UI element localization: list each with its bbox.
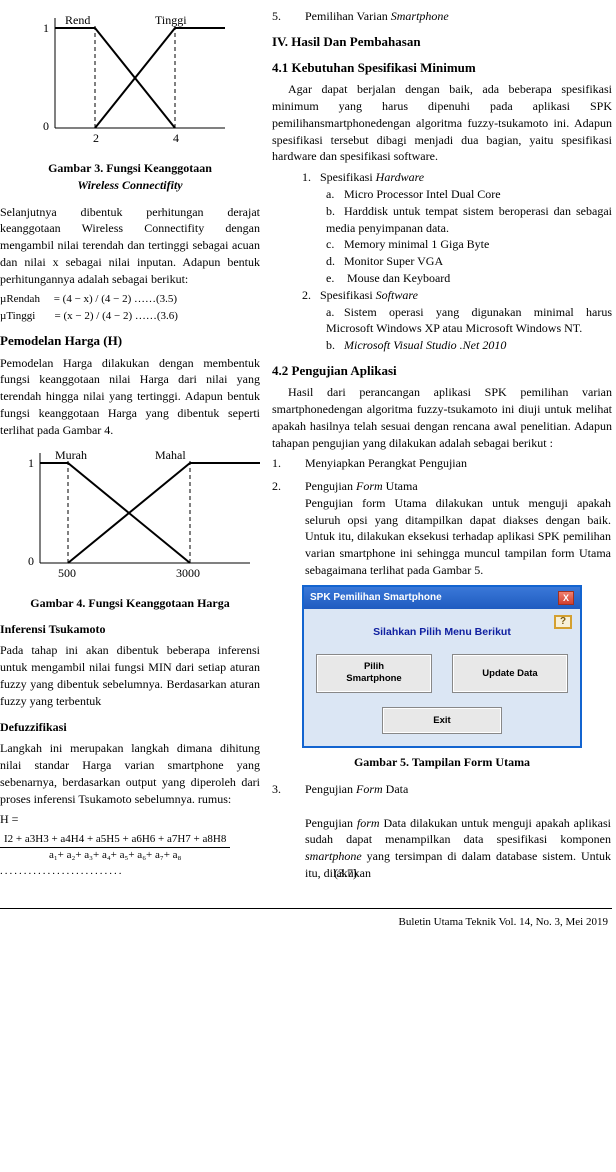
heading-inferensi: Inferensi Tsukamoto bbox=[0, 621, 260, 638]
fig3-caption-line2: Wireless Connectifity bbox=[77, 178, 182, 192]
step-2: 2. Pengujian Form Utama Pengujian form U… bbox=[272, 478, 612, 579]
spec-list: 1.Spesifikasi Hardware a.Micro Processor… bbox=[302, 169, 612, 354]
step-3: 3. Pengujian Form Data Pengujian form Da… bbox=[272, 781, 612, 882]
chart-wireless-connectivity: 1 0 2 4 Rend Tinggi bbox=[15, 8, 245, 158]
svg-text:2: 2 bbox=[93, 131, 99, 145]
item-5: 5. Pemilihan Varian Smartphone bbox=[272, 8, 612, 25]
app-menu-label: Silahkan Pilih Menu Berikut bbox=[316, 625, 568, 640]
svg-text:Murah: Murah bbox=[55, 448, 87, 462]
formula-H: H = bbox=[0, 811, 260, 828]
mu-rendah: µRendah = (4 − x) / (4 − 2) ……(3.5) bbox=[0, 292, 260, 307]
hw-b: b.Harddisk untuk tempat sistem beroperas… bbox=[326, 203, 612, 237]
help-icon[interactable]: ? bbox=[554, 615, 572, 629]
formula-fraction: I2 + a3H3 + a4H4 + a5H5 + a6H6 + a7H7 + … bbox=[0, 832, 260, 879]
svg-text:0: 0 bbox=[28, 554, 34, 568]
chart-harga: 1 0 500 3000 Murah Mahal bbox=[0, 443, 260, 593]
left-column: 1 0 2 4 Rend Tinggi Gambar 3. Fungsi Kea… bbox=[0, 8, 260, 888]
heading-pemodelan-harga: Pemodelan Harga (H) bbox=[0, 332, 260, 350]
page-footer: Buletin Utama Teknik Vol. 14, No. 3, Mei… bbox=[0, 908, 612, 930]
para-harga: Pemodelan Harga dilakukan dengan membent… bbox=[0, 355, 260, 439]
svg-text:3000: 3000 bbox=[176, 566, 200, 580]
hw-e: e. Mouse dan Keyboard bbox=[326, 270, 612, 287]
svg-text:4: 4 bbox=[173, 131, 179, 145]
hw-a: a.Micro Processor Intel Dual Core bbox=[326, 186, 612, 203]
svg-text:0: 0 bbox=[43, 119, 49, 133]
fig4-caption: Gambar 4. Fungsi Keanggotaan Harga bbox=[0, 595, 260, 612]
svg-text:500: 500 bbox=[58, 566, 76, 580]
para-4-2: Hasil dari perancangan aplikasi SPK pemi… bbox=[272, 384, 612, 451]
hw-d: d.Monitor Super VGA bbox=[326, 253, 612, 270]
svg-text:1: 1 bbox=[28, 456, 34, 470]
para-inferensi: Pada tahap ini akan dibentuk beberapa in… bbox=[0, 642, 260, 709]
para-defuzz: Langkah ini merupakan langkah dimana dih… bbox=[0, 740, 260, 807]
page: 1 0 2 4 Rend Tinggi Gambar 3. Fungsi Kea… bbox=[0, 8, 612, 888]
close-icon[interactable]: X bbox=[558, 591, 574, 605]
heading-4-2: 4.2 Pengujian Aplikasi bbox=[272, 362, 612, 380]
svg-text:Tinggi: Tinggi bbox=[155, 13, 187, 27]
spec-hw: 1.Spesifikasi Hardware a.Micro Processor… bbox=[302, 169, 612, 287]
sw-b: b.Microsoft Visual Studio .Net 2010 bbox=[326, 337, 612, 354]
mu-tinggi: µTinggi = (x − 2) / (4 − 2) ……(3.6) bbox=[0, 309, 260, 324]
svg-text:1: 1 bbox=[43, 21, 49, 35]
para-4-1: Agar dapat berjalan dengan baik, ada beb… bbox=[272, 81, 612, 165]
formula-eq-ref: (3.7) bbox=[334, 866, 357, 880]
app-title: SPK Pemilihan Smartphone bbox=[310, 591, 442, 605]
heading-iv: IV. Hasil Dan Pembahasan bbox=[272, 33, 612, 51]
hw-c: c.Memory minimal 1 Giga Byte bbox=[326, 236, 612, 253]
formula-den: a₁+ a₂+ a₃+ a₄+ a₅+ a₆+ a₇+ a₈ bbox=[0, 848, 230, 863]
spec-sw: 2.Spesifikasi Software a.Sistem operasi … bbox=[302, 287, 612, 354]
step-1: 1. Menyiapkan Perangkat Pengujian bbox=[272, 455, 612, 472]
heading-4-1: 4.1 Kebutuhan Spesifikasi Minimum bbox=[272, 59, 612, 77]
svg-text:Rend: Rend bbox=[65, 13, 90, 27]
app-body: ? Silahkan Pilih Menu Berikut PilihSmart… bbox=[304, 609, 580, 746]
fig3-caption-line1: Gambar 3. Fungsi Keanggotaan bbox=[48, 161, 212, 175]
fig3-caption: Gambar 3. Fungsi Keanggotaan Wireless Co… bbox=[0, 160, 260, 194]
svg-text:Mahal: Mahal bbox=[155, 448, 186, 462]
exit-button[interactable]: Exit bbox=[382, 707, 502, 734]
app-window: SPK Pemilihan Smartphone X ? Silahkan Pi… bbox=[302, 585, 582, 748]
right-column: 5. Pemilihan Varian Smartphone IV. Hasil… bbox=[272, 8, 612, 888]
app-titlebar: SPK Pemilihan Smartphone X bbox=[304, 587, 580, 609]
pilih-smartphone-button[interactable]: PilihSmartphone bbox=[316, 654, 432, 693]
update-data-button[interactable]: Update Data bbox=[452, 654, 568, 693]
formula-dots: .......................... bbox=[0, 865, 124, 877]
heading-defuzz: Defuzzifikasi bbox=[0, 719, 260, 736]
para-wireless: Selanjutnya dibentuk perhitungan derajat… bbox=[0, 204, 260, 288]
formula-num: I2 + a3H3 + a4H4 + a5H5 + a6H6 + a7H7 + … bbox=[0, 832, 230, 848]
fig5-caption: Gambar 5. Tampilan Form Utama bbox=[272, 754, 612, 771]
sw-a: a.Sistem operasi yang digunakan minimal … bbox=[326, 304, 612, 338]
